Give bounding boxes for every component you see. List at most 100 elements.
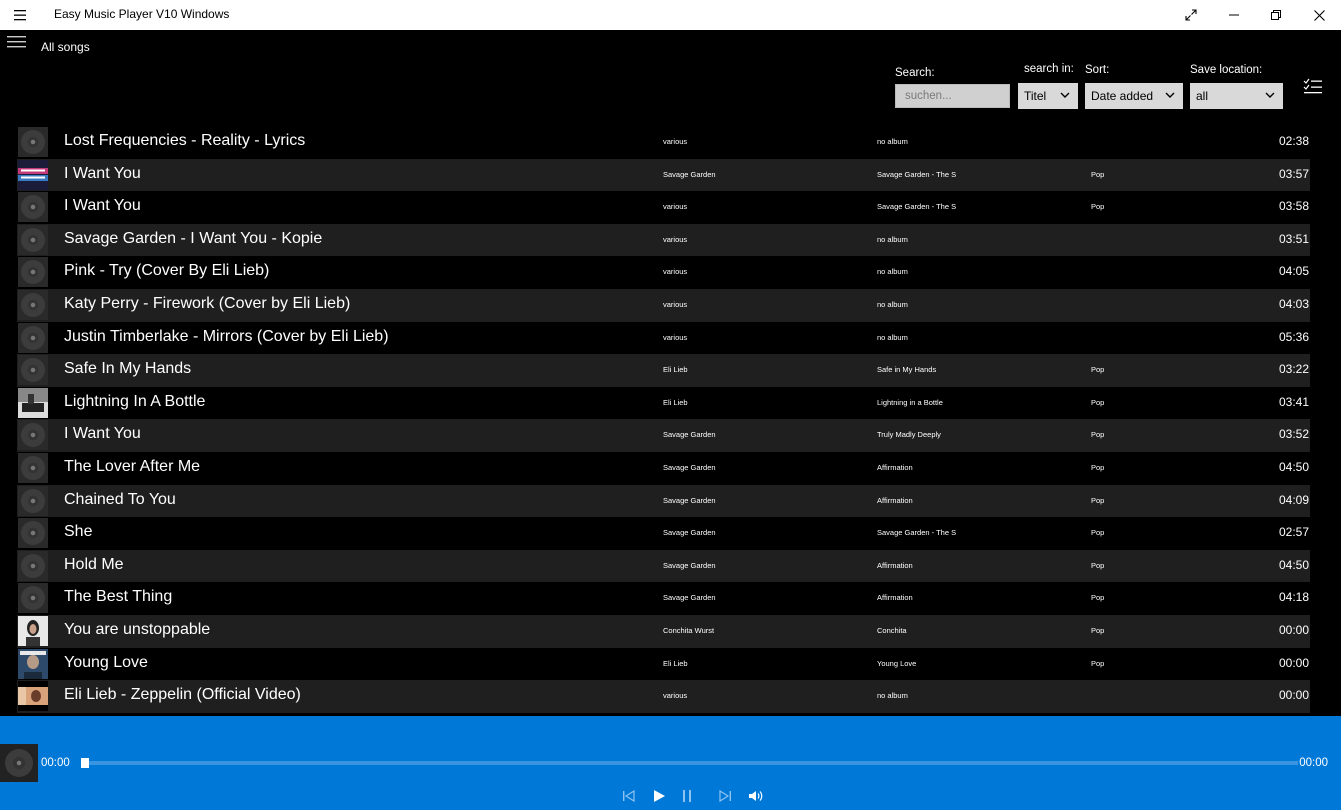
close-icon xyxy=(1313,9,1325,21)
song-row[interactable]: Young Love Eli Lieb Young Love Pop 00:00 xyxy=(17,648,1310,681)
song-artist: Savage Garden xyxy=(663,495,716,505)
song-row[interactable]: Lightning In A Bottle Eli Lieb Lightning… xyxy=(17,387,1310,420)
song-album: Lightning in a Bottle xyxy=(877,397,943,407)
song-artist: various xyxy=(663,332,688,342)
song-row[interactable]: Eli Lieb - Zeppelin (Official Video) var… xyxy=(17,680,1310,713)
song-duration: 04:09 xyxy=(1278,492,1309,507)
disc-icon xyxy=(18,452,48,483)
view-title: All songs xyxy=(41,40,90,54)
total-time: 00:00 xyxy=(1299,757,1328,769)
song-row[interactable]: Pink - Try (Cover By Eli Lieb) various n… xyxy=(17,256,1310,289)
seek-thumb[interactable] xyxy=(81,758,89,768)
song-genre: Pop xyxy=(1091,658,1105,668)
song-title: Savage Garden - I Want You - Kopie xyxy=(64,229,323,247)
song-album: no album xyxy=(877,137,908,146)
search-in-dropdown[interactable]: Titel xyxy=(1018,83,1078,109)
next-track-icon[interactable] xyxy=(716,788,734,804)
song-artist: Savage Garden xyxy=(663,462,716,472)
song-artist: various xyxy=(663,299,688,309)
minimize-button[interactable] xyxy=(1212,0,1256,30)
title-bar: Easy Music Player V10 Windows xyxy=(0,0,1341,30)
window-title: Easy Music Player V10 Windows xyxy=(54,7,230,21)
search-input[interactable]: suchen... xyxy=(895,84,1010,108)
song-duration: 04:50 xyxy=(1278,459,1309,474)
close-button[interactable] xyxy=(1297,0,1341,30)
song-duration: 02:38 xyxy=(1278,134,1309,148)
song-title: Katy Perry - Firework (Cover by Eli Lieb… xyxy=(64,294,351,312)
song-row[interactable]: Chained To You Savage Garden Affirmation… xyxy=(17,484,1310,518)
song-genre: Pop xyxy=(1091,593,1105,603)
disc-icon xyxy=(18,192,48,223)
previous-track-icon[interactable] xyxy=(620,788,638,804)
song-album: no album xyxy=(877,267,908,277)
minimize-icon xyxy=(1229,14,1239,16)
seek-bar[interactable] xyxy=(81,758,1298,768)
song-album: Young Love xyxy=(877,658,917,668)
chevron-down-icon xyxy=(1265,92,1275,98)
song-row[interactable]: Safe In My Hands Eli Lieb Safe in My Han… xyxy=(17,354,1310,387)
song-row[interactable]: Hold Me Savage Garden Affirmation Pop 04… xyxy=(17,549,1310,583)
song-duration: 03:22 xyxy=(1278,362,1309,377)
song-row[interactable]: I Want You various Savage Garden - The S… xyxy=(17,191,1310,224)
menu-icon[interactable] xyxy=(10,6,32,24)
disc-icon xyxy=(18,485,48,516)
song-row[interactable]: Katy Perry - Firework (Cover by Eli Lieb… xyxy=(17,288,1310,322)
song-album: no album xyxy=(877,691,908,701)
save-location-dropdown[interactable]: all xyxy=(1190,83,1283,109)
song-album: Safe in My Hands xyxy=(877,365,937,375)
song-duration: 03:58 xyxy=(1278,199,1309,214)
piano-cover xyxy=(18,387,48,418)
song-artist: various xyxy=(663,234,688,244)
song-album: no album xyxy=(877,332,908,342)
disc-icon xyxy=(18,518,48,549)
restore-button[interactable] xyxy=(1254,0,1298,30)
sort-value: Date added xyxy=(1091,89,1154,103)
song-album: Affirmation xyxy=(877,462,913,472)
song-title: Safe In My Hands xyxy=(64,360,192,378)
disc-icon xyxy=(18,257,48,288)
restore-icon xyxy=(1271,10,1281,20)
chevron-down-icon xyxy=(1165,92,1175,98)
song-album: Affirmation xyxy=(877,560,913,570)
song-row[interactable]: The Best Thing Savage Garden Affirmation… xyxy=(17,582,1310,615)
song-title: Eli Lieb - Zeppelin (Official Video) xyxy=(64,686,301,704)
song-row[interactable]: I Want You Savage Garden Savage Garden -… xyxy=(17,158,1310,192)
song-duration: 02:57 xyxy=(1278,525,1309,540)
song-artist: various xyxy=(663,267,688,277)
multi-select-icon[interactable] xyxy=(1302,77,1324,95)
song-duration: 00:00 xyxy=(1278,655,1309,670)
hamburger-menu-icon[interactable] xyxy=(6,35,28,49)
disc-icon xyxy=(18,583,48,614)
song-row[interactable]: I Want You Savage Garden Truly Madly Dee… xyxy=(17,419,1310,452)
song-artist: various xyxy=(663,202,688,212)
song-artist: Eli Lieb xyxy=(663,397,688,407)
song-artist: Eli Lieb xyxy=(663,658,688,668)
sort-dropdown[interactable]: Date added xyxy=(1085,83,1183,109)
disc-icon xyxy=(18,355,48,386)
fullscreen-button[interactable] xyxy=(1169,0,1213,30)
song-album: Truly Madly Deeply xyxy=(877,430,941,440)
song-row[interactable]: Justin Timberlake - Mirrors (Cover by El… xyxy=(17,322,1310,355)
song-row[interactable]: Lost Frequencies - Reality - Lyrics vari… xyxy=(17,126,1310,159)
song-artist: Savage Garden xyxy=(663,528,716,538)
song-album: Savage Garden - The S xyxy=(877,202,957,212)
now-playing-disc-icon xyxy=(0,744,38,782)
song-duration: 04:50 xyxy=(1278,557,1309,572)
song-album: Conchita xyxy=(877,625,907,635)
song-row[interactable]: She Savage Garden Savage Garden - The S … xyxy=(17,517,1310,550)
play-icon[interactable] xyxy=(650,788,668,804)
chevron-down-icon xyxy=(1060,92,1070,98)
song-row[interactable]: Savage Garden - I Want You - Kopie vario… xyxy=(17,223,1310,257)
song-title: Lightning In A Bottle xyxy=(64,392,206,410)
song-row[interactable]: You are unstoppable Conchita Wurst Conch… xyxy=(17,614,1310,648)
song-title: Justin Timberlake - Mirrors (Cover by El… xyxy=(64,327,389,345)
song-title: The Lover After Me xyxy=(64,457,201,475)
song-row[interactable]: The Lover After Me Savage Garden Affirma… xyxy=(17,452,1310,485)
volume-icon[interactable] xyxy=(747,788,765,804)
song-album: Affirmation xyxy=(877,593,913,603)
song-genre: Pop xyxy=(1091,397,1105,407)
video-cover xyxy=(18,681,48,712)
pause-icon[interactable] xyxy=(679,788,697,804)
song-artist: Savage Garden xyxy=(663,560,716,570)
song-title: The Best Thing xyxy=(64,588,173,606)
